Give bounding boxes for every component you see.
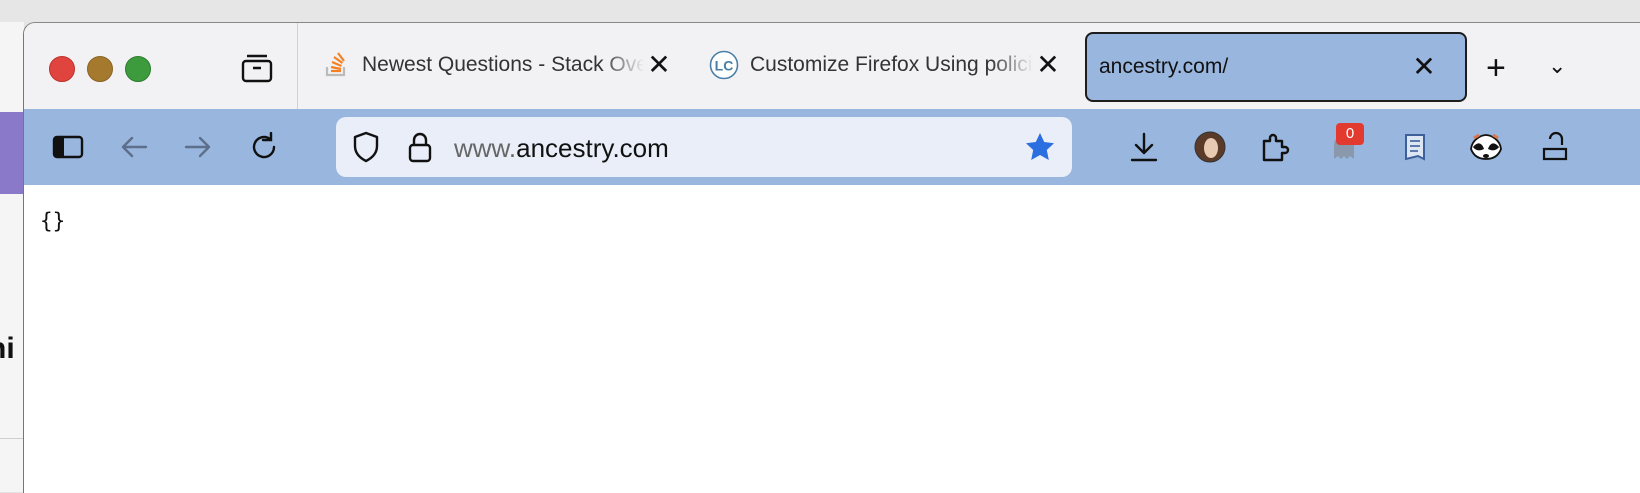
back-arrow-icon[interactable] xyxy=(118,131,150,163)
tab-ancestry-active[interactable]: ancestry.com/ ✕ xyxy=(1085,32,1467,102)
reload-icon[interactable] xyxy=(248,131,280,163)
firefox-view-icon[interactable] xyxy=(240,53,274,83)
overflow-menu-icon[interactable] xyxy=(1538,129,1568,165)
stackoverflow-icon xyxy=(320,49,352,81)
lock-icon[interactable] xyxy=(404,131,436,163)
desktop-menubar-strip xyxy=(0,0,1640,22)
reader-book-icon[interactable] xyxy=(1398,129,1434,165)
background-window-text: ni xyxy=(0,332,15,365)
window-close-button[interactable] xyxy=(49,56,75,82)
tab-close-button[interactable]: ✕ xyxy=(644,51,674,79)
browser-window: Newest Questions - Stack Overflow ✕ LC C… xyxy=(23,22,1640,493)
download-icon[interactable] xyxy=(1126,129,1162,165)
privacy-badger-icon[interactable] xyxy=(1468,129,1504,165)
tab-separator xyxy=(297,23,298,109)
page-content: {} xyxy=(24,185,1640,493)
url-text[interactable]: www.ancestry.com xyxy=(454,133,669,164)
chevron-down-icon[interactable]: ⌄ xyxy=(1548,53,1566,79)
sidebar-icon[interactable] xyxy=(52,131,84,163)
tab-title: Newest Questions - Stack Overflow xyxy=(362,53,644,76)
window-zoom-button[interactable] xyxy=(125,56,151,82)
window-minimize-button[interactable] xyxy=(87,56,113,82)
json-body-text: {} xyxy=(40,209,66,233)
extension-badge-count: 0 xyxy=(1336,123,1364,145)
url-domain: ancestry.com xyxy=(516,133,669,163)
tab-title: Customize Firefox Using policies.json xyxy=(750,53,1033,76)
lc-icon: LC xyxy=(708,49,740,81)
background-window: ni xyxy=(0,22,24,492)
shield-icon[interactable] xyxy=(350,131,382,163)
account-avatar[interactable] xyxy=(1192,129,1228,165)
bookmark-star-icon[interactable] xyxy=(1024,131,1056,163)
tab-title: ancestry.com/ xyxy=(1099,55,1229,78)
tab-strip: Newest Questions - Stack Overflow ✕ LC C… xyxy=(24,23,1640,109)
tab-close-button[interactable]: ✕ xyxy=(1409,53,1439,81)
navigation-toolbar: www.ancestry.com 0 xyxy=(24,109,1640,185)
lc-icon-text: LC xyxy=(715,58,734,74)
tab-stackoverflow[interactable]: Newest Questions - Stack Overflow ✕ xyxy=(320,31,680,99)
new-tab-button[interactable]: + xyxy=(1486,49,1506,88)
address-bar[interactable]: www.ancestry.com xyxy=(336,117,1072,177)
url-prefix: www. xyxy=(454,133,517,163)
forward-arrow-icon[interactable] xyxy=(182,131,214,163)
tab-customize-firefox[interactable]: LC Customize Firefox Using policies.json… xyxy=(708,31,1088,99)
extensions-puzzle-icon[interactable] xyxy=(1256,129,1292,165)
tab-close-button[interactable]: ✕ xyxy=(1033,51,1063,79)
background-window-divider xyxy=(0,438,24,439)
background-window-header xyxy=(0,112,24,194)
